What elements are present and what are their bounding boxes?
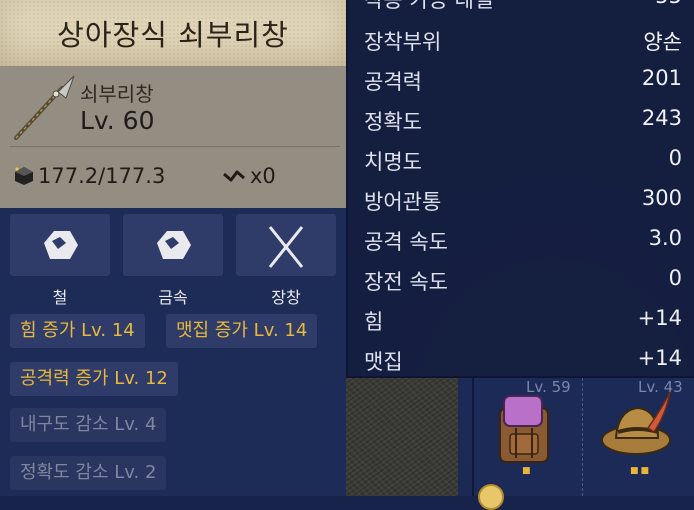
upgrade-arrow-icon (223, 170, 245, 182)
attribute-label: 장창 (271, 288, 301, 307)
stat-row-required-level: 착용 가능 레벨 55 (364, 0, 682, 18)
stone-wall-tile (346, 376, 460, 496)
inventory-item-hat[interactable] (600, 388, 671, 466)
backpack-icon (499, 395, 549, 463)
stat-label: 공격력 (364, 70, 422, 94)
weapon-name: 쇠부리창 (80, 82, 154, 106)
attribute-label: 철 (52, 288, 68, 307)
skill-badge[interactable]: 공격력 증가 Lv. 12 (10, 362, 178, 396)
inventory-item-backpack[interactable] (494, 388, 554, 466)
stat-row: 맷집 +14 (364, 340, 682, 380)
durability-cube-icon (15, 167, 33, 185)
upgrade-count: x0 (250, 164, 276, 188)
attribute-tile-longspear[interactable] (236, 214, 336, 276)
stat-label: 치명도 (364, 150, 422, 174)
weapon-level: Lv. 60 (80, 106, 155, 135)
inventory-grade-dots: ■■ (630, 466, 652, 476)
stat-row: 공격 속도 3.0 (364, 220, 682, 260)
item-title: 상아장식 쇠부리창 (57, 18, 289, 52)
skill-badge[interactable]: 맷집 증가 Lv. 14 (166, 314, 318, 348)
attribute-tile-iron[interactable] (10, 214, 110, 276)
stat-row: 방어관통 300 (364, 180, 682, 220)
stat-row: 공격력 201 (364, 60, 682, 100)
stat-label: 장착부위 (364, 30, 442, 54)
stat-value: +14 (637, 306, 682, 330)
inventory-divider (582, 378, 583, 496)
attribute-label: 금속 (158, 288, 188, 307)
stat-value: +14 (637, 346, 682, 370)
item-info-box: 쇠부리창 Lv. 60 177.2/177.3 x0 (0, 66, 346, 208)
skill-badge[interactable]: 힘 증가 Lv. 14 (10, 314, 145, 348)
stat-label: 맷집 (364, 350, 403, 374)
attribute-tile-metal[interactable] (123, 214, 223, 276)
stat-label: 공격 속도 (364, 230, 448, 254)
inventory-grade-dots: ■ (522, 466, 533, 476)
stat-value: 55 (655, 0, 682, 8)
stat-value: 300 (641, 186, 682, 210)
stat-label: 장전 속도 (364, 270, 448, 294)
stat-label: 정확도 (364, 110, 422, 134)
ore-icon (157, 231, 191, 259)
coin-icon (478, 484, 504, 510)
stat-value: 0 (668, 266, 682, 290)
stat-row: 힘 +14 (364, 300, 682, 340)
skill-badge-inactive[interactable]: 정확도 감소 Lv. 2 (10, 456, 167, 490)
skill-badge-inactive[interactable]: 내구도 감소 Lv. 4 (10, 408, 167, 442)
stat-value: 양손 (643, 30, 682, 54)
info-divider (10, 146, 340, 147)
stats-panel: 착용 가능 레벨 55 장착부위 양손 공격력 201 정확도 243 치명도 … (346, 0, 694, 378)
stat-label: 방어관통 (364, 190, 442, 214)
stat-label: 착용 가능 레벨 (364, 0, 494, 12)
attributes-area: 철 금속 장창 힘 증가 Lv. 14 맷집 증가 Lv. 14 공격력 증가 … (0, 208, 346, 496)
stat-value: 3.0 (648, 226, 682, 250)
crossed-spears-icon (268, 226, 304, 268)
stat-value: 0 (668, 146, 682, 170)
stat-row: 정확도 243 (364, 100, 682, 140)
stat-value: 243 (641, 106, 682, 130)
stat-row: 장전 속도 0 (364, 260, 682, 300)
feathered-hat-icon (601, 391, 671, 455)
spear-icon (14, 75, 75, 140)
stat-label: 힘 (364, 310, 384, 334)
stat-row: 장착부위 양손 (364, 20, 682, 60)
ore-icon (44, 231, 78, 259)
stat-value: 201 (641, 66, 682, 90)
stat-row: 치명도 0 (364, 140, 682, 180)
item-title-bar: 상아장식 쇠부리창 (0, 0, 346, 66)
durability-value: 177.2/177.3 (38, 164, 166, 188)
